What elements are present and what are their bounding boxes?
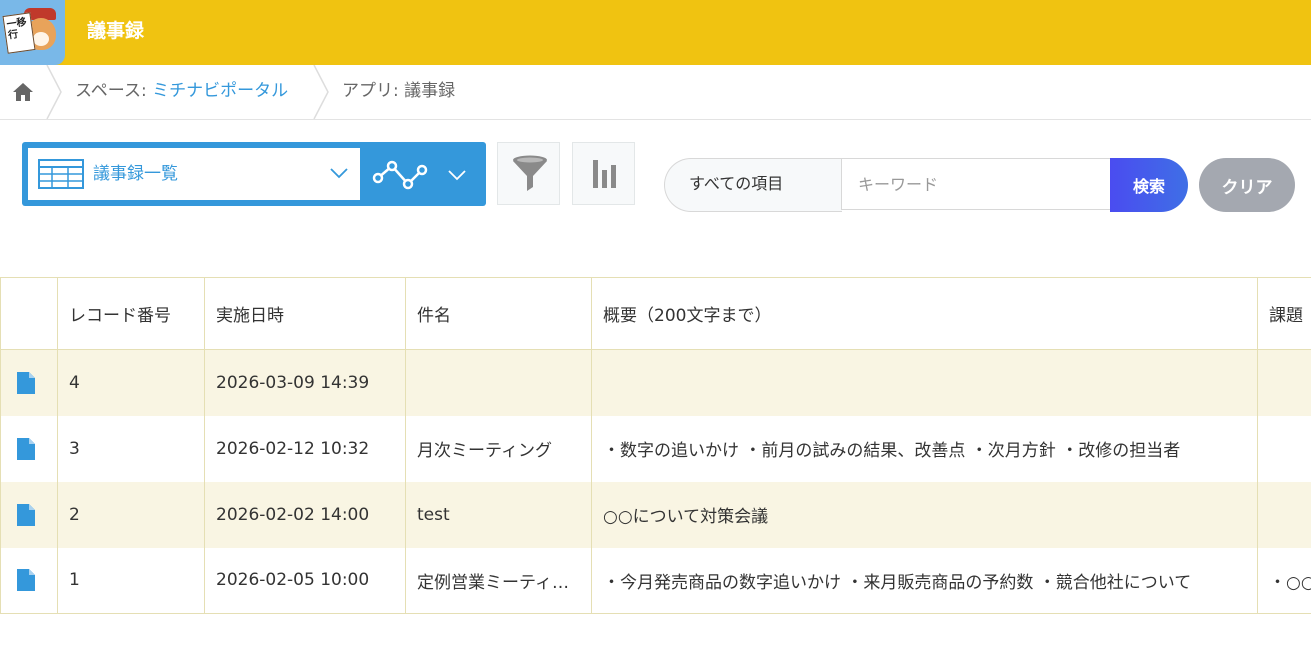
table-row[interactable]: 3 2026-02-12 10:32 月次ミーティング ・数字の追いかけ ・前月… xyxy=(0,415,1311,482)
column-header-datetime[interactable]: 実施日時 xyxy=(204,277,406,350)
cell-issue xyxy=(1257,349,1311,416)
record-detail-cell[interactable] xyxy=(0,547,58,614)
cell-datetime: 2026-02-05 10:00 xyxy=(204,547,406,614)
cell-summary: ○○について対策会議 xyxy=(591,481,1258,548)
cell-subject: 定例営業ミーティング xyxy=(405,547,592,614)
column-header-issue[interactable]: 課題 xyxy=(1257,277,1311,350)
column-header-subject[interactable]: 件名 xyxy=(405,277,592,350)
record-detail-cell[interactable] xyxy=(0,349,58,416)
cell-subject: test xyxy=(405,481,592,548)
cell-summary xyxy=(591,349,1258,416)
record-detail-cell[interactable] xyxy=(0,415,58,482)
table-header-row: レコード番号 実施日時 件名 概要（200文字まで） 課題 xyxy=(0,277,1311,350)
column-header-record-number[interactable]: レコード番号 xyxy=(57,277,205,350)
document-icon[interactable] xyxy=(17,437,35,460)
cell-datetime: 2026-03-09 14:39 xyxy=(204,349,406,416)
table-viewport: レコード番号 実施日時 件名 概要（200文字まで） 課題 4 2026-03-… xyxy=(0,0,1311,658)
cell-issue: ・○○ xyxy=(1257,547,1311,614)
table-row[interactable]: 1 2026-02-05 10:00 定例営業ミーティング ・今月発売商品の数字… xyxy=(0,547,1311,614)
cell-record-number: 1 xyxy=(57,547,205,614)
table-row[interactable]: 2 2026-02-02 14:00 test ○○について対策会議 xyxy=(0,481,1311,548)
cell-issue xyxy=(1257,415,1311,482)
cell-record-number: 3 xyxy=(57,415,205,482)
document-icon[interactable] xyxy=(17,503,35,526)
cell-summary: ・数字の追いかけ ・前月の試みの結果、改善点 ・次月方針 ・改修の担当者 xyxy=(591,415,1258,482)
cell-datetime: 2026-02-12 10:32 xyxy=(204,415,406,482)
cell-record-number: 4 xyxy=(57,349,205,416)
cell-record-number: 2 xyxy=(57,481,205,548)
cell-subject: 月次ミーティング xyxy=(405,415,592,482)
column-header-icon xyxy=(0,277,58,350)
cell-subject xyxy=(405,349,592,416)
cell-summary: ・今月発売商品の数字追いかけ ・来月販売商品の予約数 ・競合他社について xyxy=(591,547,1258,614)
column-header-summary[interactable]: 概要（200文字まで） xyxy=(591,277,1258,350)
document-icon[interactable] xyxy=(17,371,35,394)
document-icon[interactable] xyxy=(17,569,35,592)
cell-datetime: 2026-02-02 14:00 xyxy=(204,481,406,548)
table-row[interactable]: 4 2026-03-09 14:39 xyxy=(0,349,1311,416)
records-table: レコード番号 実施日時 件名 概要（200文字まで） 課題 4 2026-03-… xyxy=(0,277,1311,614)
cell-issue xyxy=(1257,481,1311,548)
record-detail-cell[interactable] xyxy=(0,481,58,548)
